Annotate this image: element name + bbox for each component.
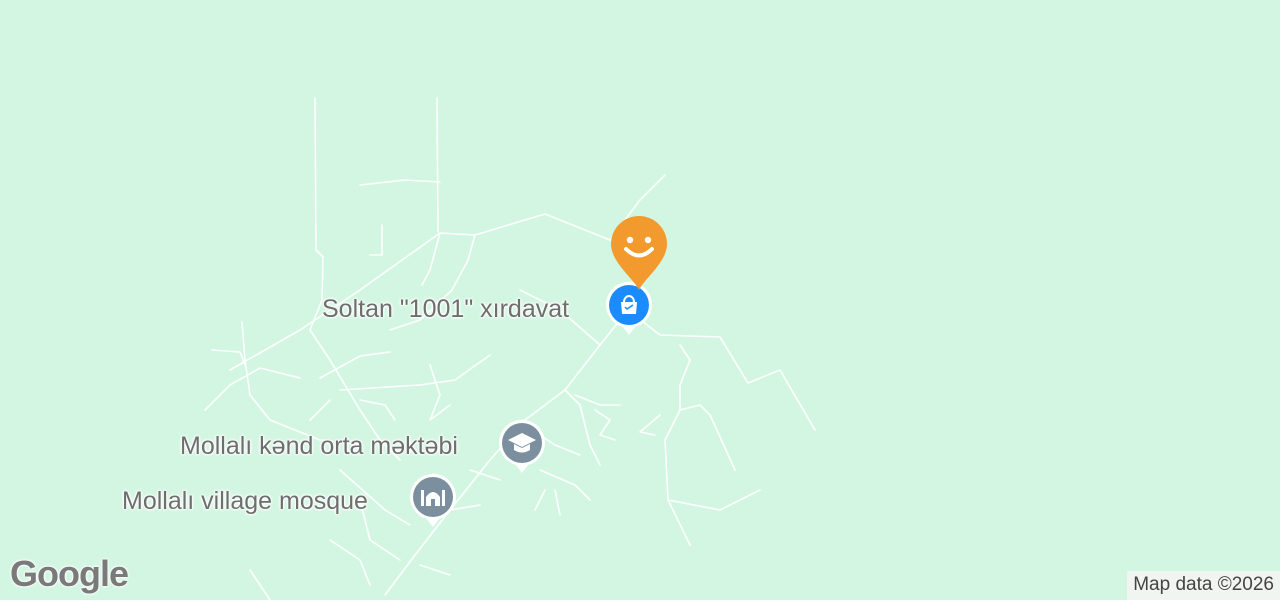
poi-label-soltan[interactable]: Soltan "1001" xırdavat [322, 294, 569, 324]
smiley-marker-icon[interactable] [607, 210, 671, 294]
map-attribution[interactable]: Map data ©2026 [1127, 571, 1280, 600]
road-network [204, 97, 816, 600]
school-cap-icon[interactable] [496, 416, 548, 476]
mosque-icon[interactable] [407, 470, 459, 530]
poi-label-mosque[interactable]: Mollalı village mosque [122, 486, 368, 516]
poi-label-school[interactable]: Mollalı kənd orta məktəbi [180, 431, 458, 461]
google-logo: Google [10, 553, 129, 594]
